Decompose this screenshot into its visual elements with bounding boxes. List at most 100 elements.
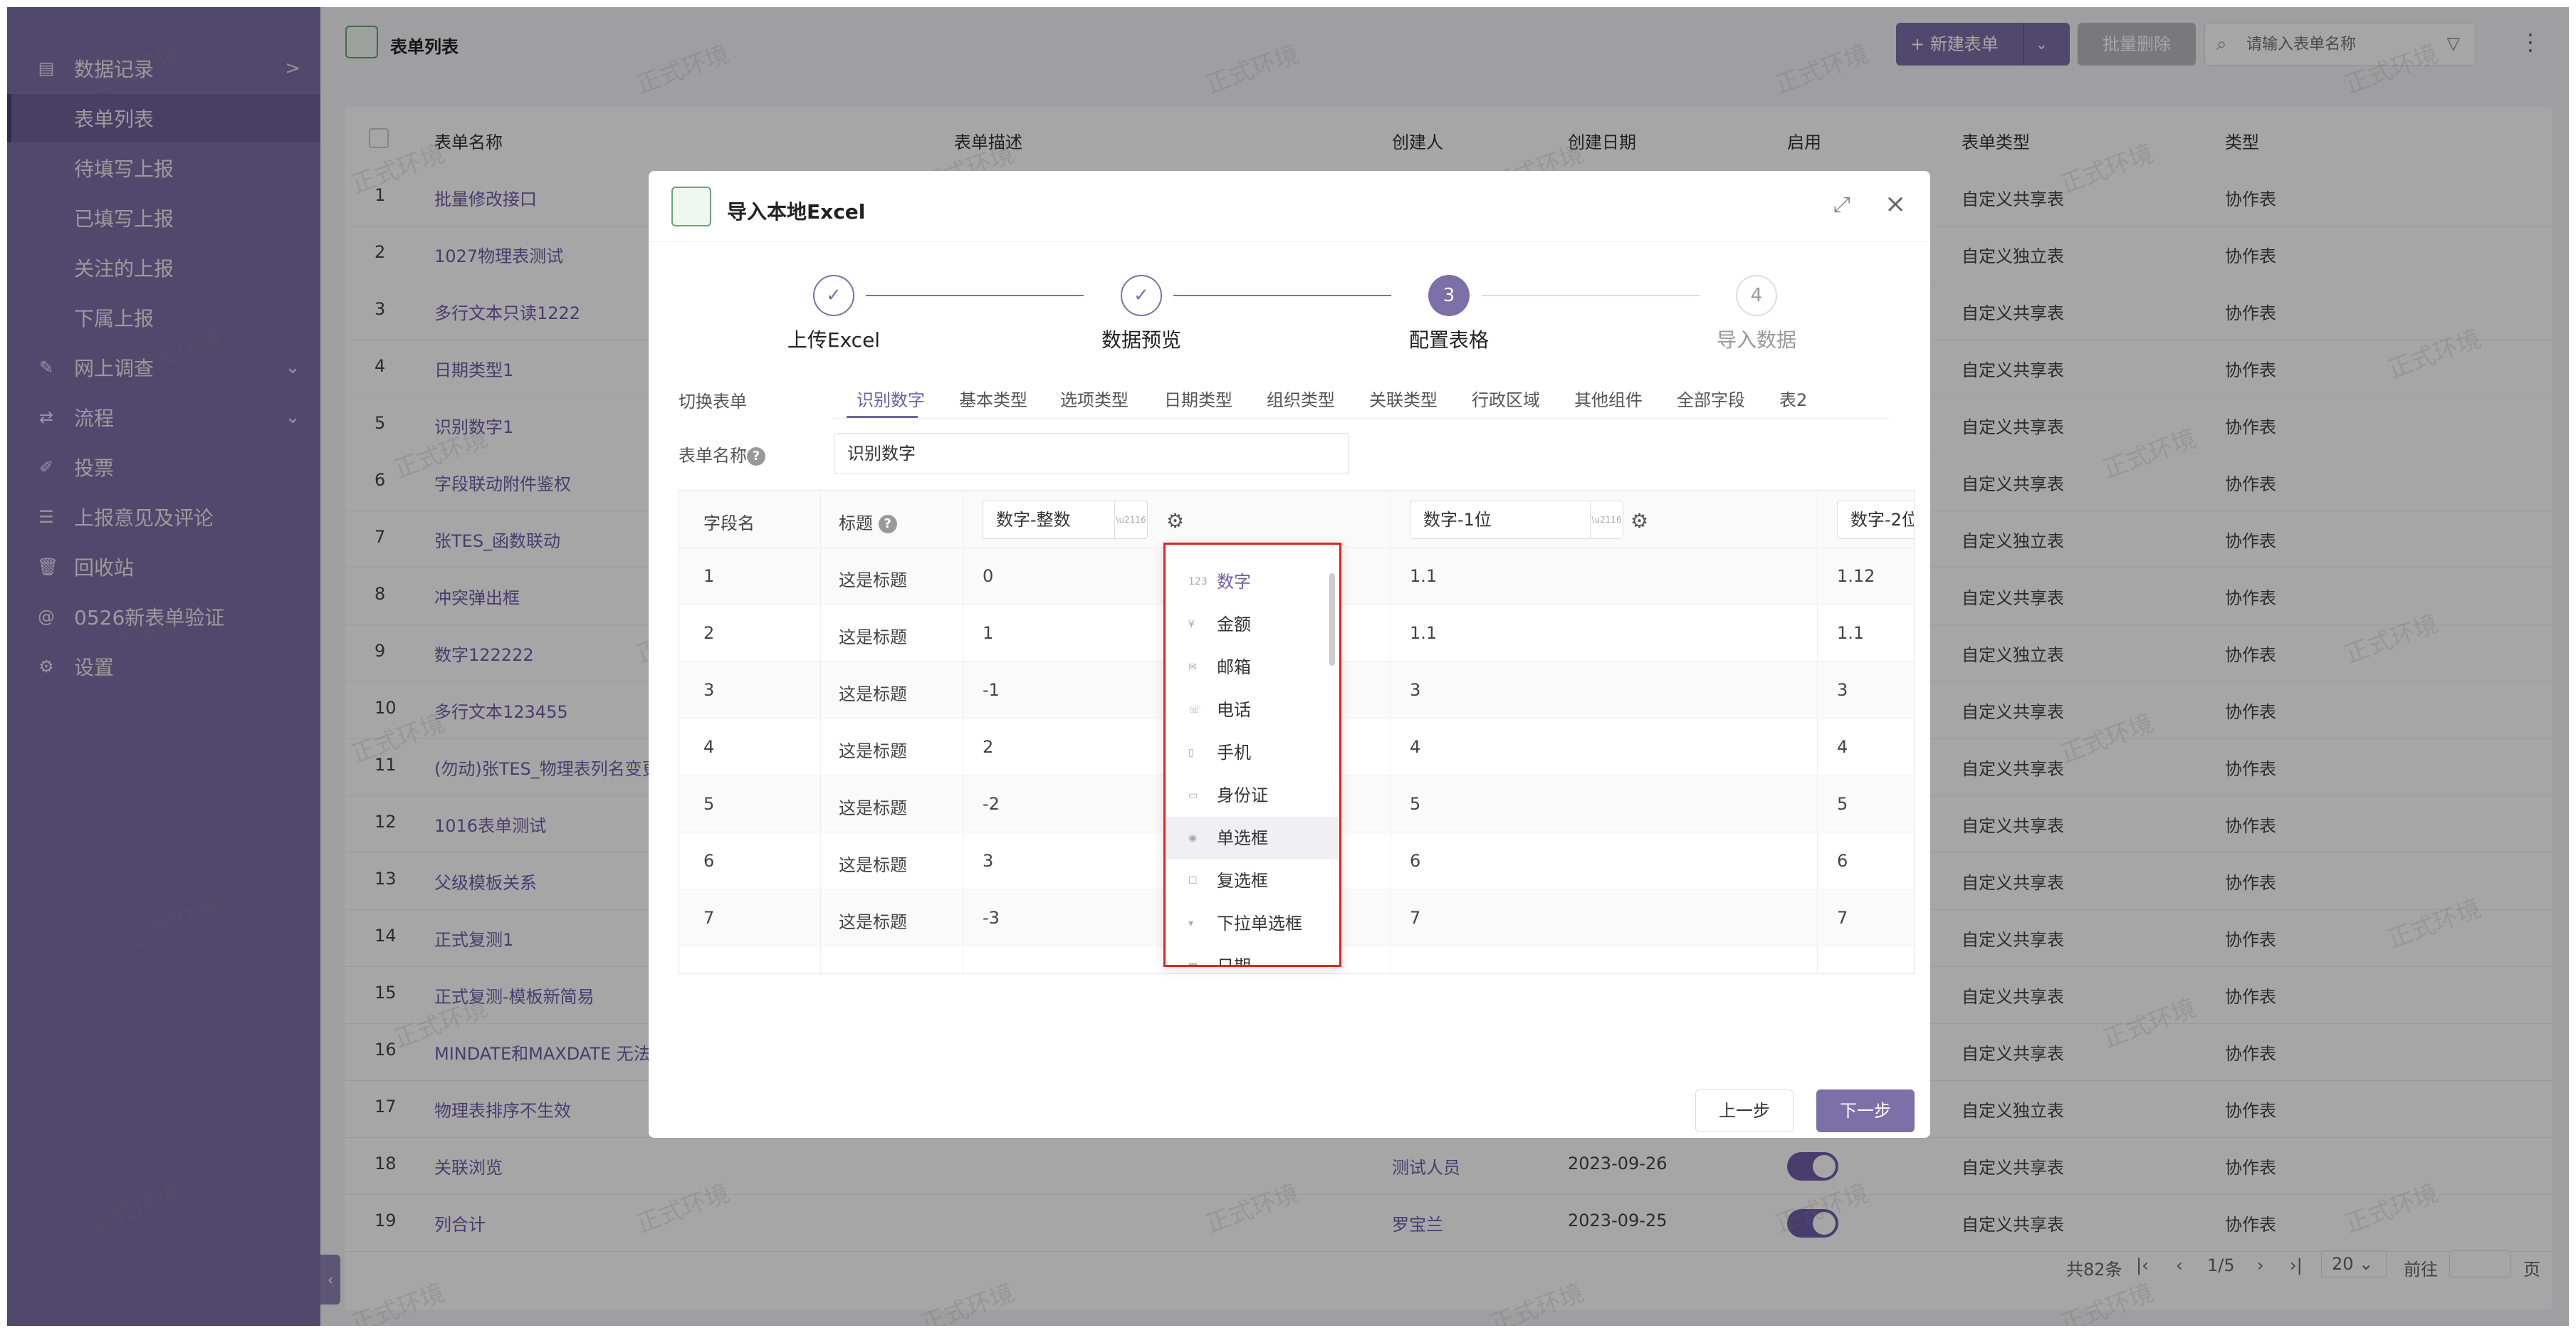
next-step-button[interactable]: 下一步 <box>1816 1089 1915 1132</box>
step-2-circle: ✓ <box>1121 275 1162 316</box>
step-3-label: 配置表格 <box>1408 328 1489 352</box>
grid-cell-b: 5 <box>1410 794 1421 814</box>
grid-cell-c: 4 <box>1837 737 1848 757</box>
field-type-dropdown[interactable]: 123 数字 ¥ 金额 ✉ 邮箱 ☏ 电话 ▯ 手机 ▭ 身份证 ◉ 单选框 ☐ 复选框 ▾ 下拉单选框 ▦ 日期 <box>1163 543 1341 967</box>
grid-cell-b: 6 <box>1410 851 1421 871</box>
dropdown-option-label: 金额 <box>1217 615 1251 634</box>
grid-cell-n: 1 <box>703 566 715 586</box>
dropdown-option-label: 邮箱 <box>1217 657 1251 677</box>
grid-cell-b: 4 <box>1410 737 1421 757</box>
field-type-icon: ¥ <box>1188 619 1195 630</box>
dropdown-option[interactable]: ◉ 单选框 <box>1166 817 1339 859</box>
grid-cell-b: 1.1 <box>1410 623 1438 643</box>
dropdown-option-label: 电话 <box>1217 700 1251 720</box>
dropdown-option[interactable]: ▭ 身份证 <box>1166 774 1339 817</box>
grid-cell-a: -1 <box>983 680 1000 700</box>
gear-icon[interactable]: ⚙ <box>1630 509 1648 533</box>
help-icon[interactable]: ? <box>878 515 897 533</box>
tab-3[interactable]: 日期类型 <box>1164 386 1232 411</box>
tab-0[interactable]: 识别数字 <box>857 386 925 411</box>
step-2-label: 数据预览 <box>1101 328 1181 352</box>
column-name-input[interactable]: 数字-1位 \u2116 <box>1410 501 1623 539</box>
grid-cell-c: 5 <box>1837 794 1848 814</box>
dropdown-option-label: 手机 <box>1217 743 1251 763</box>
dropdown-option[interactable]: 123 数字 <box>1166 560 1339 603</box>
grid-cell-a: -2 <box>983 794 1000 814</box>
field-type-icon: ◉ <box>1188 832 1198 844</box>
excel-icon <box>671 187 711 226</box>
tab-1[interactable]: 基本类型 <box>959 386 1027 411</box>
grid-cell-b: 1.1 <box>1410 566 1438 586</box>
grid-cell-t: 这是标题 <box>839 912 907 932</box>
dropdown-option-label: 日期 <box>1217 956 1251 967</box>
dropdown-option-label: 单选框 <box>1217 828 1268 848</box>
grid-cell-n: 2 <box>703 623 715 643</box>
dropdown-option-label: 身份证 <box>1217 785 1268 805</box>
dropdown-option[interactable]: ▯ 手机 <box>1166 731 1339 774</box>
field-type-icon: ▦ <box>1188 961 1198 967</box>
title-header: 标题 ? <box>839 509 897 534</box>
dropdown-option[interactable]: ☐ 复选框 <box>1166 859 1339 902</box>
dropdown-option[interactable]: ¥ 金额 <box>1166 603 1339 646</box>
grid-cell-n: 4 <box>703 737 715 757</box>
dropdown-option-label: 复选框 <box>1217 871 1268 891</box>
step-4-circle: 4 <box>1736 275 1777 316</box>
grid-cell-c: 1.12 <box>1837 566 1875 586</box>
dropdown-option[interactable]: ✉ 邮箱 <box>1166 646 1339 689</box>
tab-4[interactable]: 组织类型 <box>1267 386 1335 411</box>
dialog-header: 导入本地Excel ⤢ × <box>649 171 1930 242</box>
tab-7[interactable]: 其他组件 <box>1574 386 1643 411</box>
grid-header: 字段名 标题 ? 数字-整数 \u2116 ⚙ 数字-1位 \u2116 ⚙ 数字-… <box>679 491 1914 548</box>
close-icon[interactable]: × <box>1885 189 1906 219</box>
help-icon[interactable]: ? <box>747 447 765 466</box>
dropdown-option[interactable]: ☏ 电话 <box>1166 689 1339 731</box>
grid-cell-a: 0 <box>983 566 994 586</box>
dropdown-option-label: 数字 <box>1217 572 1251 592</box>
grid-cell-t: 这是标题 <box>839 684 907 704</box>
app-window: ▤ 数据记录 > 表单列表 待填写上报 已填写上报 关注的上报 下属上报 ✎ 网上调查 ⌄ ⇄ 流程 ⌄ ✐… <box>7 7 2569 1326</box>
step-1-label: 上传Excel <box>787 328 881 352</box>
grid-cell-c: 6 <box>1837 851 1848 871</box>
prev-step-button[interactable]: 上一步 <box>1695 1089 1794 1132</box>
expand-icon[interactable]: ⤢ <box>1833 192 1850 217</box>
form-name-input[interactable]: 识别数字 <box>834 433 1349 474</box>
step-1-circle: ✓ <box>813 275 854 316</box>
import-excel-dialog: 导入本地Excel ⤢ × ✓ 上传Excel ✓ 数据预览 3 配置表格 4 导入数据 切换… <box>649 171 1930 1138</box>
grid-cell-n: 5 <box>703 794 715 814</box>
tab-6[interactable]: 行政区域 <box>1472 386 1540 411</box>
tab-8[interactable]: 全部字段 <box>1677 386 1745 411</box>
field-name-header: 字段名 <box>703 513 755 533</box>
step-4-label: 导入数据 <box>1716 328 1796 352</box>
field-type-icon: ▾ <box>1188 918 1194 929</box>
tab-5[interactable]: 关联类型 <box>1369 386 1438 411</box>
grid-cell-t: 这是标题 <box>839 741 907 761</box>
switch-form-label: 切换表单 <box>679 392 747 412</box>
column-name-input[interactable]: 数字-2位 <box>1837 501 1914 539</box>
grid-cell-a: -3 <box>983 908 1000 928</box>
grid-cell-n: 7 <box>703 908 715 928</box>
grid-cell-t: 这是标题 <box>839 855 907 875</box>
field-type-icon: ▭ <box>1188 790 1198 801</box>
grid-cell-n: 3 <box>703 680 715 700</box>
step-connector <box>1482 295 1700 296</box>
dropdown-option[interactable]: ▾ 下拉单选框 <box>1166 902 1339 945</box>
active-tab-indicator <box>847 416 918 418</box>
step-3-circle: 3 <box>1428 275 1470 316</box>
field-type-icon: ✉ <box>1188 662 1197 673</box>
tab-2[interactable]: 选项类型 <box>1060 386 1129 411</box>
grid-cell-t: 这是标题 <box>839 570 907 590</box>
grid-cell-b: 3 <box>1410 680 1421 700</box>
grid-cell-a: 1 <box>983 623 994 643</box>
dropdown-option[interactable]: ▦ 日期 <box>1166 945 1339 967</box>
gear-icon[interactable]: ⚙ <box>1166 509 1184 533</box>
field-type-icon: ▯ <box>1188 747 1194 758</box>
column-name-input[interactable]: 数字-整数 \u2116 <box>983 501 1148 539</box>
tab-9[interactable]: 表2 <box>1779 386 1807 411</box>
grid-cell-c: 7 <box>1837 908 1848 928</box>
step-connector <box>1173 295 1391 296</box>
grid-cell-c: 1.1 <box>1837 623 1865 643</box>
field-type-icon: 123 <box>1188 576 1208 587</box>
form-name-label: 表单名称? <box>679 441 765 466</box>
grid-cell-a: 3 <box>983 851 994 871</box>
field-type-icon: ☐ <box>1188 875 1198 887</box>
